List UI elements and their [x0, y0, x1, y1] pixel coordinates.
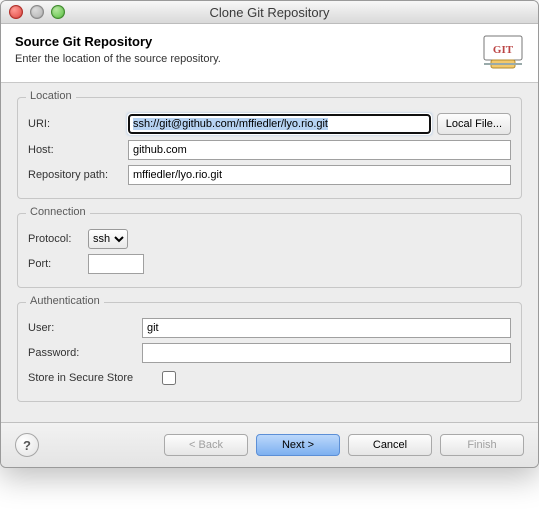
dialog-window: Clone Git Repository Source Git Reposito…	[0, 0, 539, 468]
user-label: User:	[28, 322, 142, 334]
protocol-label: Protocol:	[28, 233, 88, 245]
store-secure-label: Store in Secure Store	[28, 372, 158, 384]
git-icon-label: GIT	[493, 44, 514, 56]
group-authentication-legend: Authentication	[26, 295, 104, 307]
window-title: Clone Git Repository	[1, 5, 538, 20]
group-connection: Connection Protocol: ssh Port:	[17, 213, 522, 288]
uri-input[interactable]	[128, 114, 431, 134]
help-icon: ?	[23, 438, 31, 453]
group-location-legend: Location	[26, 90, 76, 102]
titlebar: Clone Git Repository	[1, 1, 538, 24]
password-input[interactable]	[142, 343, 511, 363]
finish-button[interactable]: Finish	[440, 434, 524, 456]
next-button[interactable]: Next >	[256, 434, 340, 456]
group-connection-legend: Connection	[26, 206, 90, 218]
group-authentication: Authentication User: Password: Store in …	[17, 302, 522, 402]
host-input[interactable]	[128, 140, 511, 160]
group-location: Location URI: Local File... Host: Reposi…	[17, 97, 522, 199]
port-label: Port:	[28, 258, 88, 270]
git-banner-icon: GIT	[482, 34, 524, 72]
wizard-subheading: Enter the location of the source reposit…	[15, 53, 221, 65]
wizard-heading: Source Git Repository	[15, 34, 221, 49]
protocol-select[interactable]: ssh	[88, 229, 128, 249]
repo-path-label: Repository path:	[28, 169, 128, 181]
local-file-button[interactable]: Local File...	[437, 113, 511, 135]
password-label: Password:	[28, 347, 142, 359]
help-button[interactable]: ?	[15, 433, 39, 457]
host-label: Host:	[28, 144, 128, 156]
wizard-footer: ? < Back Next > Cancel Finish	[1, 422, 538, 467]
store-secure-checkbox[interactable]	[162, 371, 176, 385]
repo-path-input[interactable]	[128, 165, 511, 185]
wizard-body: Location URI: Local File... Host: Reposi…	[1, 83, 538, 422]
back-button[interactable]: < Back	[164, 434, 248, 456]
wizard-banner: Source Git Repository Enter the location…	[1, 24, 538, 83]
uri-label: URI:	[28, 118, 128, 130]
user-input[interactable]	[142, 318, 511, 338]
cancel-button[interactable]: Cancel	[348, 434, 432, 456]
port-input[interactable]	[88, 254, 144, 274]
